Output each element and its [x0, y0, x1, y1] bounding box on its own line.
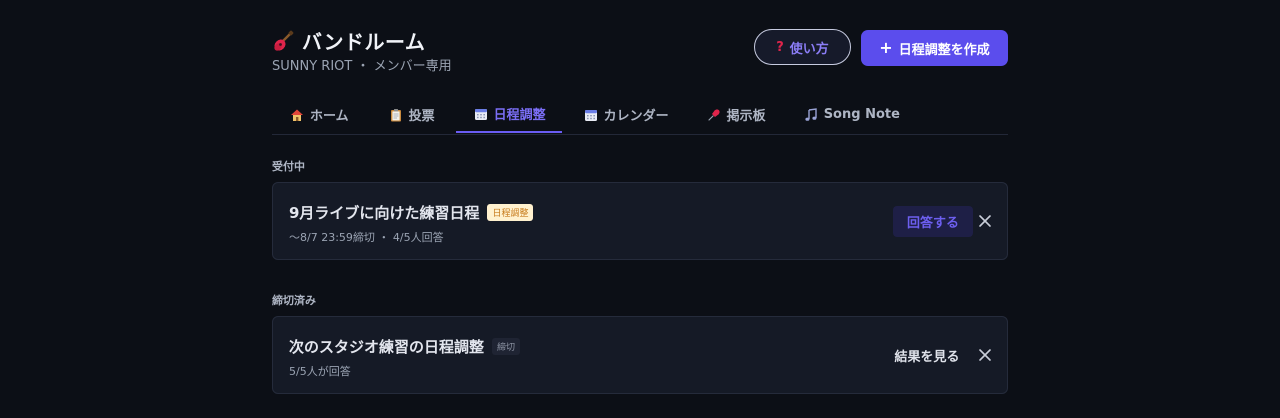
- close-icon[interactable]: [977, 347, 993, 363]
- pushpin-icon: [707, 108, 721, 122]
- create-schedule-button-label: 日程調整を作成: [898, 42, 990, 58]
- tab-bar: ホーム 投票 日程調整 カレンダー 掲示板 Song Note: [272, 96, 1008, 135]
- poll-card-open[interactable]: 9月ライブに向けた練習日程 日程調整 〜8/7 23:59締切 ・ 4/5人回答…: [272, 182, 1008, 260]
- music-note-icon: [804, 107, 818, 122]
- tab-label: 投票: [408, 109, 435, 124]
- clipboard-icon: [389, 108, 403, 122]
- page-title: バンドルーム: [302, 30, 426, 54]
- tab-board[interactable]: 掲示板: [683, 96, 780, 133]
- tab-label: 掲示板: [726, 109, 766, 124]
- house-icon: [290, 108, 304, 122]
- poll-card-closed[interactable]: 次のスタジオ練習の日程調整 締切 5/5人が回答 結果を見る: [272, 316, 1008, 394]
- page-subtitle: SUNNY RIOT ・ メンバー専用: [272, 59, 452, 74]
- tab-calendar[interactable]: カレンダー: [562, 96, 683, 133]
- plus-icon: +: [879, 38, 893, 57]
- status-badge: 日程調整: [487, 204, 534, 221]
- tab-label: カレンダー: [603, 109, 669, 124]
- tab-song-note[interactable]: Song Note: [780, 96, 914, 133]
- calendar-icon: [584, 108, 598, 122]
- tab-schedule[interactable]: 日程調整: [455, 96, 562, 133]
- tab-label: 日程調整: [493, 108, 546, 123]
- section-label-open: 受付中: [272, 160, 305, 173]
- close-icon[interactable]: [977, 213, 993, 229]
- help-button[interactable]: ? 使い方: [754, 29, 851, 65]
- card-title: 9月ライブに向けた練習日程: [289, 204, 480, 222]
- create-schedule-button[interactable]: + 日程調整を作成: [861, 30, 1008, 66]
- calendar-icon: [474, 107, 488, 121]
- card-title-row: 次のスタジオ練習の日程調整 締切: [289, 336, 521, 357]
- card-meta: 〜8/7 23:59締切 ・ 4/5人回答: [289, 231, 444, 244]
- view-result-button[interactable]: 結果を見る: [879, 340, 975, 371]
- tab-vote[interactable]: 投票: [363, 96, 449, 133]
- tab-home[interactable]: ホーム: [272, 96, 363, 133]
- question-icon: ?: [776, 39, 784, 55]
- title-row: バンドルーム: [272, 26, 425, 55]
- status-badge: 締切: [492, 338, 521, 355]
- card-title-row: 9月ライブに向けた練習日程 日程調整: [289, 202, 534, 223]
- guitar-icon: [272, 30, 294, 52]
- help-button-label: 使い方: [789, 41, 829, 57]
- tab-label: Song Note: [823, 107, 900, 122]
- card-title: 次のスタジオ練習の日程調整: [289, 338, 485, 356]
- header: バンドルーム SUNNY RIOT ・ メンバー専用 ? 使い方 + 日程調整を…: [272, 24, 1008, 74]
- tab-label: ホーム: [310, 109, 349, 124]
- card-meta: 5/5人が回答: [289, 365, 351, 378]
- section-label-closed: 締切済み: [272, 294, 316, 307]
- answer-button[interactable]: 回答する: [893, 206, 973, 237]
